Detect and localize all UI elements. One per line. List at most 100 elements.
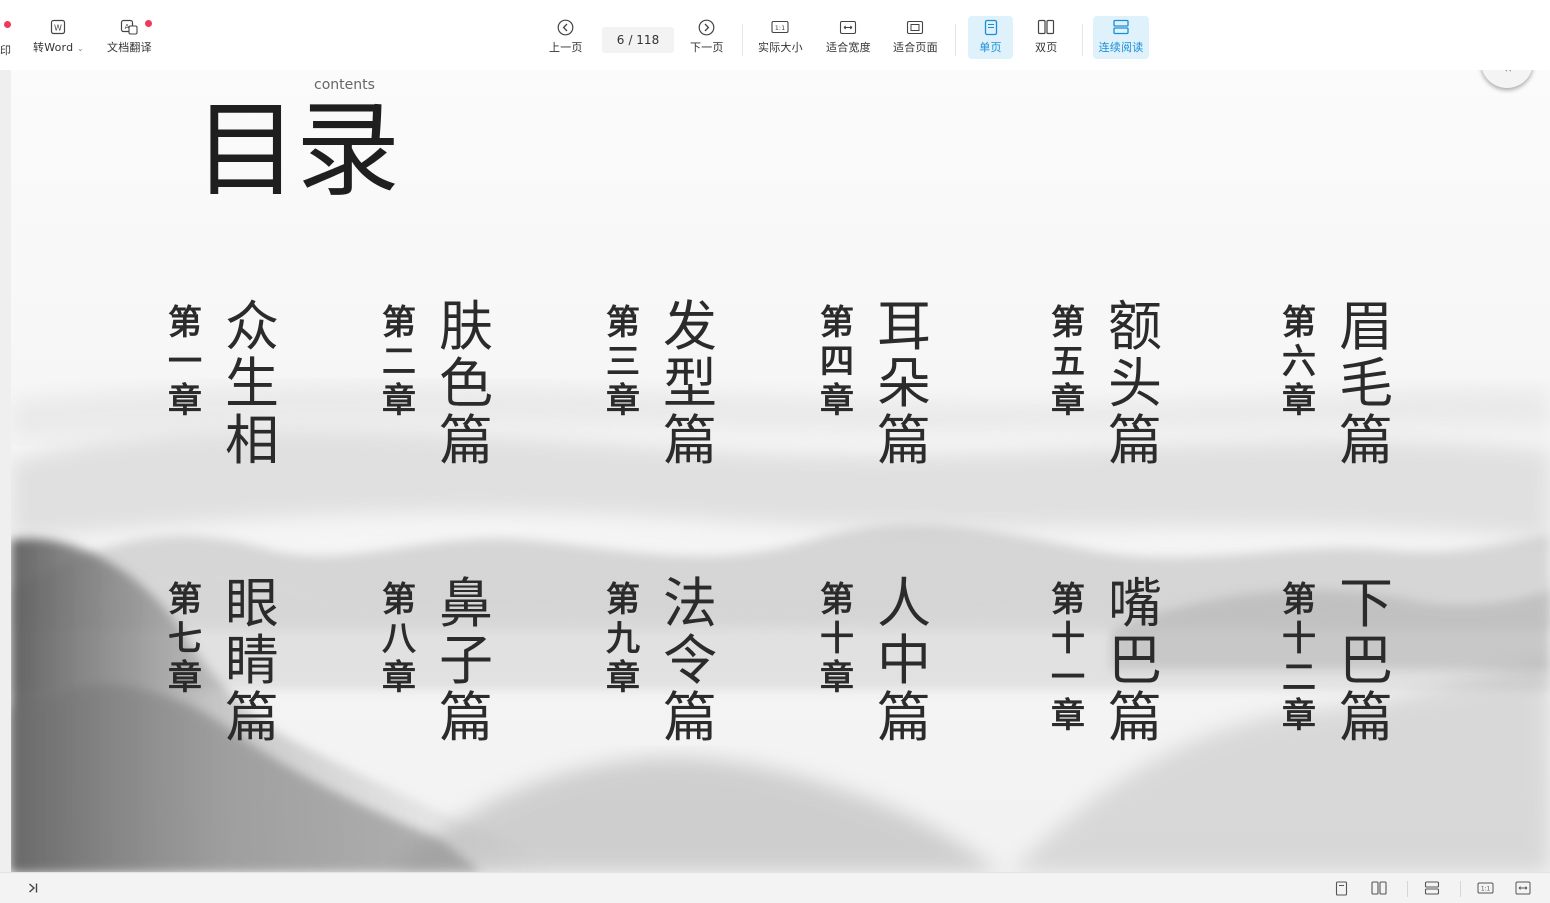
translate-notification-dot <box>145 20 152 27</box>
page-number-input[interactable]: 6 / 118 <box>602 27 674 53</box>
chapter-char: 第 <box>168 303 202 343</box>
chapter-char: 第 <box>382 580 416 620</box>
document-page: contents 目录 第一章众生相第二章肤色篇第三章发型篇第四章耳朵篇第五章额… <box>11 70 1550 872</box>
chapter-char: 第 <box>1051 580 1085 620</box>
chevron-right-circle-icon <box>698 18 716 36</box>
chapter-char: 第 <box>168 580 202 620</box>
fit-width-button[interactable]: 适合宽度 <box>826 18 871 55</box>
fit-page-button[interactable]: 适合页面 <box>893 18 938 55</box>
toc-chapter-number: 第六章 <box>1280 304 1318 470</box>
chapter-char: 章 <box>382 380 416 421</box>
title-char: 巴 <box>1108 629 1162 693</box>
toc-chapter-title: 嘴巴篇 <box>1105 575 1165 747</box>
actual-size-button[interactable]: 1:1 实际大小 <box>758 18 803 55</box>
title-char: 毛 <box>1339 352 1393 416</box>
chapter-char: 章 <box>1051 696 1085 737</box>
toc-entry[interactable]: 第三章发型篇 <box>604 298 720 470</box>
page-title: 目录 <box>194 89 400 211</box>
title-char: 耳 <box>877 295 931 358</box>
chapter-char: 十 <box>1051 618 1085 659</box>
toc-entry[interactable]: 第十二章下巴篇 <box>1280 575 1396 747</box>
toc-entry[interactable]: 第一章众生相 <box>166 298 282 470</box>
single-page-button[interactable]: 单页 <box>968 16 1013 59</box>
toc-chapter-title: 耳朵篇 <box>874 298 934 470</box>
document-viewport[interactable]: contents 目录 第一章众生相第二章肤色篇第三章发型篇第四章耳朵篇第五章额… <box>0 70 1550 872</box>
chapter-char: 章 <box>1282 696 1316 737</box>
title-char: 令 <box>663 629 717 693</box>
toolbar-clipped-label[interactable]: 印 <box>0 42 11 58</box>
toolbar-divider <box>1082 24 1083 56</box>
title-char: 篇 <box>663 686 717 750</box>
translate-icon: A <box>120 18 138 36</box>
title-char: 发 <box>663 295 717 358</box>
prev-page-label: 上一页 <box>549 41 583 54</box>
chapter-char: 章 <box>606 657 640 698</box>
toc-chapter-number: 第五章 <box>1049 304 1087 470</box>
fit-width-icon[interactable] <box>1513 878 1533 898</box>
toc-entry[interactable]: 第五章额头篇 <box>1049 298 1165 470</box>
toc-entry[interactable]: 第九章法令篇 <box>604 575 720 747</box>
current-page: 6 <box>616 33 625 47</box>
chapter-char: 章 <box>382 657 416 698</box>
chapter-char: 第 <box>606 580 640 620</box>
actual-size-label: 实际大小 <box>758 41 803 54</box>
toc-entry[interactable]: 第十章人中篇 <box>818 575 934 747</box>
toc-chapter-title: 额头篇 <box>1105 298 1165 470</box>
next-page-label: 下一页 <box>690 41 724 54</box>
toc-chapter-title: 人中篇 <box>874 575 934 747</box>
title-char: 眉 <box>1339 295 1393 358</box>
continuous-reading-icon <box>1112 18 1130 36</box>
svg-text:1:1: 1:1 <box>775 24 785 32</box>
actual-size-icon[interactable]: 1:1 <box>1475 878 1495 898</box>
toc-chapter-number: 第九章 <box>604 581 642 747</box>
title-char: 下 <box>1339 572 1393 635</box>
title-char: 法 <box>663 572 717 635</box>
title-char: 篇 <box>225 686 279 750</box>
single-page-icon[interactable] <box>1331 878 1351 898</box>
title-char: 相 <box>225 409 279 473</box>
chapter-char: 一 <box>168 341 202 382</box>
title-char: 篇 <box>1108 686 1162 750</box>
chapter-char: 八 <box>382 618 416 659</box>
toc-chapter-title: 眉毛篇 <box>1336 298 1396 470</box>
toc-chapter-number: 第十二章 <box>1280 581 1318 747</box>
fit-width-icon <box>839 18 857 36</box>
title-char: 巴 <box>1339 629 1393 693</box>
status-divider <box>1407 881 1408 897</box>
status-bar: 1:1 <box>0 872 1550 903</box>
next-page-button[interactable]: 下一页 <box>690 18 724 55</box>
double-page-button[interactable]: 双页 <box>1035 18 1057 55</box>
chapter-char: 章 <box>1282 380 1316 421</box>
continuous-icon[interactable] <box>1422 878 1442 898</box>
title-char: 色 <box>439 352 493 416</box>
single-page-label: 单页 <box>979 41 1002 54</box>
prev-page-button[interactable]: 上一页 <box>549 18 583 55</box>
chapter-char: 三 <box>606 341 640 382</box>
chevron-down-icon: ⌄ <box>76 44 84 53</box>
title-char: 篇 <box>877 409 931 473</box>
toc-entry[interactable]: 第二章肤色篇 <box>380 298 496 470</box>
title-char: 篇 <box>877 686 931 750</box>
chapter-char: 二 <box>382 341 416 382</box>
title-char: 篇 <box>439 686 493 750</box>
toc-entry[interactable]: 第八章鼻子篇 <box>380 575 496 747</box>
collapse-panel-icon[interactable] <box>23 878 43 898</box>
continuous-reading-label: 连续阅读 <box>1098 41 1144 54</box>
toc-entry[interactable]: 第七章眼睛篇 <box>166 575 282 747</box>
title-char: 鼻 <box>439 572 493 635</box>
toc-entry[interactable]: 第四章耳朵篇 <box>818 298 934 470</box>
toc-entry[interactable]: 第六章眉毛篇 <box>1280 298 1396 470</box>
continuous-reading-button[interactable]: 连续阅读 <box>1093 16 1149 59</box>
title-char: 额 <box>1108 295 1162 358</box>
toc-chapter-number: 第一章 <box>166 304 204 470</box>
fit-width-label: 适合宽度 <box>826 41 871 54</box>
toolbar-divider <box>955 24 956 56</box>
title-char: 人 <box>877 572 931 635</box>
title-char: 篇 <box>439 409 493 473</box>
double-page-icon[interactable] <box>1369 878 1389 898</box>
toc-entry[interactable]: 第十一章嘴巴篇 <box>1049 575 1165 747</box>
top-toolbar: 印 W 转Word ⌄ A 文档翻译 上一页 6 / 118 下一页 1:1 实… <box>0 0 1550 70</box>
to-word-button[interactable]: W 转Word ⌄ <box>33 18 84 55</box>
title-char: 篇 <box>1108 409 1162 473</box>
toc-chapter-title: 发型篇 <box>660 298 720 470</box>
